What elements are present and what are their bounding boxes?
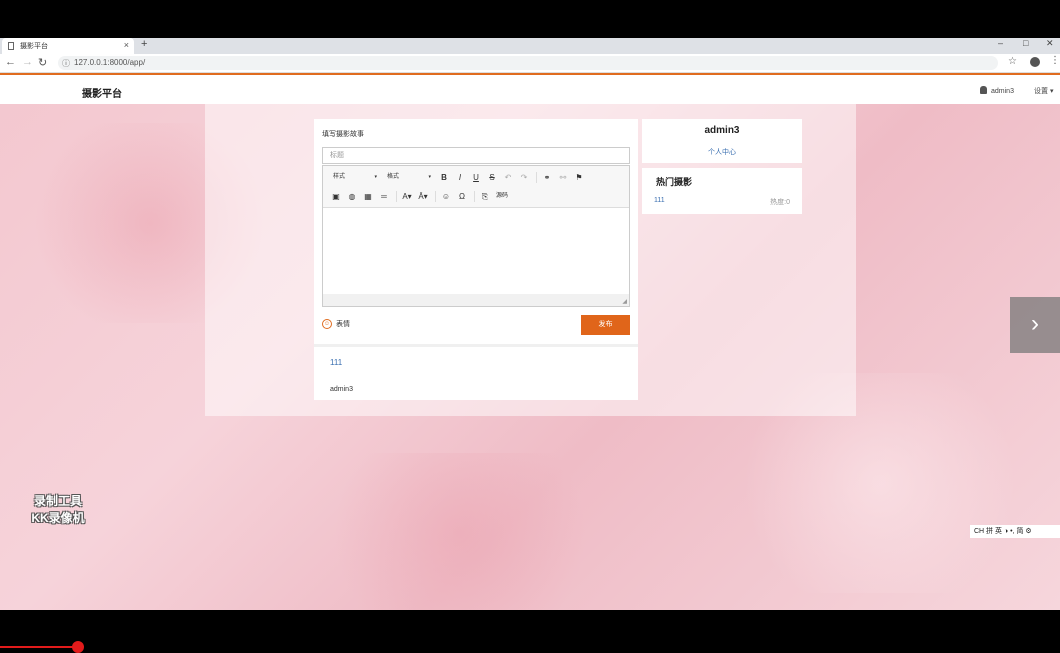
reload-icon[interactable]: ↻ [38, 56, 47, 69]
post-title-link[interactable]: 111 [330, 358, 342, 367]
hot-photography-heading: 热门摄影 [656, 177, 693, 187]
chevron-down-icon: ▾ [374, 173, 377, 180]
publish-button[interactable]: 发布 [581, 315, 630, 335]
story-editor-card: 填写摄影故事 标题 样式 ▾ 格式 ▾ B I U S ↶ ↷ ⚭ ⚯ ⚑ ▣ … [314, 119, 638, 347]
hot-item-link[interactable]: 111 [654, 197, 665, 204]
user-name: admin3 [991, 88, 1014, 95]
page-icon [8, 42, 14, 50]
background-color-icon[interactable]: Ā▾ [416, 190, 430, 203]
source-icon[interactable]: ⎘ [478, 190, 492, 203]
new-tab-button[interactable]: + [141, 38, 147, 50]
special-char-omega-icon[interactable]: Ω [455, 190, 469, 203]
editor-content-area[interactable] [323, 208, 629, 294]
anchor-flag-icon[interactable]: ⚑ [572, 171, 586, 184]
format-combo-label: 格式 [387, 173, 400, 180]
video-progress-bar [0, 646, 80, 648]
video-progress-handle[interactable] [72, 641, 84, 653]
undo-icon[interactable]: ↶ [501, 171, 515, 184]
image-icon[interactable]: ▣ [329, 190, 343, 203]
address-bar: ← → ↻ ⓘ 127.0.0.1:8000/app/ ☆ ⋮ [0, 54, 1060, 73]
editor-status-bar: ◢ [323, 294, 629, 306]
recorder-watermark: 录制工具 KK录像机 [18, 493, 98, 527]
emoji-button[interactable]: ☺ 表情 [322, 319, 350, 329]
next-arrow-button[interactable]: › [1010, 297, 1060, 353]
chevron-down-icon: ▾ [428, 173, 431, 180]
browser-tab-strip: 摄影平台 × + – □ ✕ [0, 38, 1060, 54]
profile-username: admin3 [704, 125, 740, 136]
bookmark-star-icon[interactable]: ☆ [1008, 56, 1017, 67]
smiley-icon[interactable]: ☺ [439, 190, 453, 203]
toolbar-separator [435, 190, 436, 202]
toolbar-separator [474, 190, 475, 202]
title-input[interactable]: 标题 [322, 147, 630, 164]
user-profile-card: admin3 个人中心 [642, 119, 802, 163]
toolbar-row: ▣ ◍ ▦ ═ A▾ Ā▾ ☺ Ω ⎘ 源码 [329, 188, 508, 204]
styles-combo-label: 样式 [333, 173, 346, 180]
emoji-label: 表情 [336, 321, 350, 328]
watermark-line: KK录像机 [31, 511, 85, 525]
top-navbar: 摄影平台 admin3 设置 ▾ [0, 73, 1060, 104]
minimize-button[interactable]: – [998, 38, 1003, 48]
info-icon: ⓘ [62, 59, 70, 68]
italic-icon[interactable]: I [453, 171, 467, 184]
window-close-button[interactable]: ✕ [1046, 38, 1054, 49]
editor-label: 填写摄影故事 [322, 131, 364, 138]
main-container: 填写摄影故事 标题 样式 ▾ 格式 ▾ B I U S ↶ ↷ ⚭ ⚯ ⚑ ▣ … [205, 104, 856, 416]
hot-item-heat: 热度:0 [770, 199, 790, 206]
toolbar-row: 样式 ▾ 格式 ▾ B I U S ↶ ↷ ⚭ ⚯ ⚑ [329, 169, 588, 185]
horizontal-line-icon[interactable]: ═ [377, 190, 391, 203]
text-color-icon[interactable]: A▾ [400, 190, 414, 203]
profile-avatar-icon[interactable] [1030, 57, 1040, 67]
toolbar-separator [396, 190, 397, 202]
styles-combo[interactable]: 样式 ▾ [329, 172, 379, 183]
back-arrow-icon[interactable]: ← [5, 56, 16, 68]
hot-photography-card: 热门摄影 111 热度:0 [642, 168, 802, 214]
ime-toolbar[interactable]: CH 拼 英 ◑ •, 简 ⚙ [970, 525, 1060, 538]
settings-dropdown[interactable]: 设置 ▾ [1034, 86, 1053, 96]
underline-icon[interactable]: U [469, 171, 483, 184]
link-icon[interactable]: ⚭ [540, 171, 554, 184]
post-item: 111 admin3 [314, 344, 638, 400]
unlink-icon[interactable]: ⚯ [556, 171, 570, 184]
post-author: admin3 [330, 386, 353, 393]
browser-menu-icon[interactable]: ⋮ [1050, 55, 1060, 66]
url-text: 127.0.0.1:8000/app/ [74, 58, 146, 67]
user-icon [980, 86, 987, 94]
tab-close-button[interactable]: × [124, 40, 129, 50]
background-texture [300, 453, 620, 610]
maximize-button[interactable]: □ [1023, 38, 1028, 48]
tab-title: 摄影平台 [20, 43, 48, 50]
url-field[interactable]: ⓘ 127.0.0.1:8000/app/ [58, 56, 998, 70]
bold-icon[interactable]: B [437, 171, 451, 184]
table-icon[interactable]: ▦ [361, 190, 375, 203]
editor-toolbar: 样式 ▾ 格式 ▾ B I U S ↶ ↷ ⚭ ⚯ ⚑ ▣ ◍ ▦ ═ A▾ Ā… [323, 166, 629, 208]
smiley-face-icon: ☺ [322, 319, 332, 329]
flash-icon[interactable]: ◍ [345, 190, 359, 203]
redo-icon[interactable]: ↷ [517, 171, 531, 184]
screen: 摄影平台 × + – □ ✕ ← → ↻ ⓘ 127.0.0.1:8000/ap… [0, 0, 1060, 653]
toolbar-separator [536, 171, 537, 183]
rich-text-editor: 样式 ▾ 格式 ▾ B I U S ↶ ↷ ⚭ ⚯ ⚑ ▣ ◍ ▦ ═ A▾ Ā… [322, 165, 630, 307]
personal-center-link[interactable]: 个人中心 [642, 147, 802, 157]
user-menu[interactable]: admin3 [980, 86, 1014, 95]
web-page: 摄影平台 admin3 设置 ▾ 填写摄影故事 标题 样式 ▾ 格式 ▾ B I [0, 73, 1060, 610]
resize-handle-icon[interactable]: ◢ [622, 298, 627, 305]
browser-tab[interactable]: 摄影平台 × [2, 38, 134, 54]
strikethrough-icon[interactable]: S [485, 171, 499, 184]
source-button-label[interactable]: 源码 [496, 190, 508, 203]
forward-arrow-icon[interactable]: → [22, 56, 33, 68]
watermark-line: 录制工具 [33, 494, 82, 508]
format-combo[interactable]: 格式 ▾ [383, 172, 433, 183]
site-brand[interactable]: 摄影平台 [82, 85, 122, 100]
